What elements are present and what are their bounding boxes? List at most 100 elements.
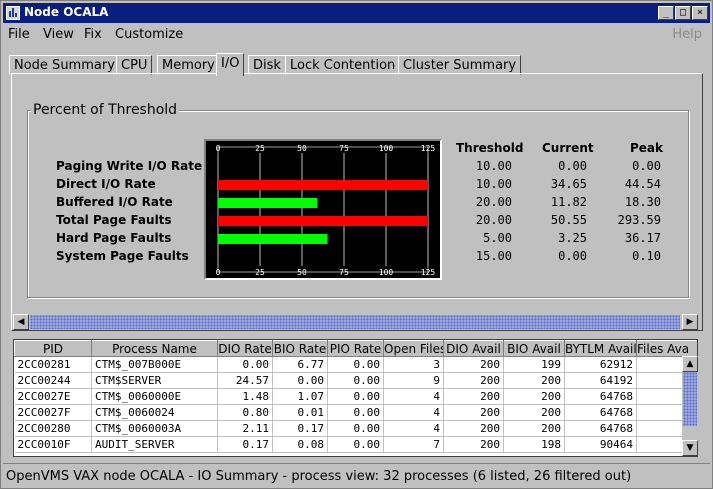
horizontal-scrollbar[interactable]: ◀ ▶ <box>13 314 698 330</box>
table-cell: 2CC0010F <box>14 436 92 453</box>
tick-label-bottom: 100 <box>379 268 394 277</box>
peak-value: 44.54 <box>624 177 661 191</box>
current-value: 0.00 <box>558 249 587 263</box>
menu-view[interactable]: View <box>43 27 74 42</box>
table-cell: 3 <box>383 356 444 373</box>
vertical-scroll-thumb[interactable] <box>683 372 697 426</box>
table-cell: CTM$_007B000E <box>91 356 218 373</box>
tab-memory[interactable]: Memory <box>157 55 220 75</box>
horizontal-scroll-thumb[interactable] <box>30 315 680 329</box>
table-cell: 200 <box>503 372 565 389</box>
column-header-open-files[interactable]: Open Files <box>383 340 444 357</box>
vertical-scrollbar[interactable]: ▲ ▼ <box>682 356 698 456</box>
close-button[interactable]: × <box>692 6 708 20</box>
scroll-up-arrow-icon[interactable]: ▲ <box>682 356 698 372</box>
metric-label: Hard Page Faults <box>56 231 172 245</box>
column-header-pio-rate[interactable]: PIO Rate <box>327 340 384 357</box>
table-cell: 199 <box>503 356 565 373</box>
process-table-container: PID Process Name DIO Rate BIO Rate PIO R… <box>13 339 698 457</box>
maximize-button[interactable]: □ <box>675 6 691 20</box>
column-header-bio-avail[interactable]: BIO Avail <box>503 340 565 357</box>
table-row[interactable]: 2CC0010F AUDIT_SERVER 0.17 0.08 0.00 7 200 198 9… <box>14 436 697 453</box>
menu-fix[interactable]: Fix <box>84 27 102 42</box>
table-cell: 0.00 <box>327 372 384 389</box>
metric-label: System Page Faults <box>56 249 189 263</box>
table-cell: 0.00 <box>327 404 384 421</box>
tab-node-summary[interactable]: Node Summary <box>9 55 120 75</box>
table-cell: 0.17 <box>217 436 273 453</box>
menu-file[interactable]: File <box>8 27 30 42</box>
menu-help[interactable]: Help <box>672 27 702 42</box>
threshold-value: 20.00 <box>475 195 512 209</box>
scroll-left-arrow-icon[interactable]: ◀ <box>13 314 29 330</box>
column-header-bio-rate[interactable]: BIO Rate <box>272 340 328 357</box>
tab-disk[interactable]: Disk <box>248 55 286 75</box>
table-cell: 4 <box>383 404 444 421</box>
table-cell: CTM$SERVER <box>91 372 218 389</box>
threshold-group-title: Percent of Threshold <box>31 102 180 118</box>
table-cell: 2CC00244 <box>14 372 92 389</box>
threshold-bar <box>218 198 318 208</box>
table-cell: 200 <box>443 388 504 405</box>
table-row[interactable]: 2CC00280 CTM$_0060003A 2.11 0.17 0.00 4 200 200… <box>14 420 697 437</box>
table-cell: 0.17 <box>272 420 328 437</box>
table-cell: 0.00 <box>327 420 384 437</box>
column-header-dio-rate[interactable]: DIO Rate <box>217 340 273 357</box>
tab-cpu[interactable]: CPU <box>116 55 153 75</box>
tab-io[interactable]: I/O <box>216 53 245 76</box>
threshold-header: Threshold <box>456 141 524 155</box>
table-cell: AUDIT_SERVER <box>91 436 218 453</box>
table-cell: 2CC0027F <box>14 404 92 421</box>
window-title: Node OCALA <box>24 5 109 19</box>
tick-label-bottom: 25 <box>255 268 265 277</box>
table-cell: 2CC00280 <box>14 420 92 437</box>
threshold-bar <box>218 234 328 244</box>
tab-lock-contention[interactable]: Lock Contention <box>285 55 401 75</box>
table-row[interactable]: 2CC0027F CTM$_0060024 0.80 0.01 0.00 4 200 200 6… <box>14 404 697 421</box>
peak-value: 0.10 <box>632 249 661 263</box>
peak-value: 36.17 <box>624 231 661 245</box>
minimize-button[interactable]: _ <box>658 6 674 20</box>
tab-cluster-summary[interactable]: Cluster Summary <box>398 55 522 75</box>
table-cell: 2.11 <box>217 420 273 437</box>
chart-frame <box>217 146 429 273</box>
column-header-pid[interactable]: PID <box>14 340 92 357</box>
node-window: Node OCALA _ □ × File View Fix Customize… <box>0 0 713 489</box>
scroll-down-arrow-icon[interactable]: ▼ <box>682 440 698 456</box>
column-header-process-name[interactable]: Process Name <box>91 340 218 357</box>
tick-label-bottom: 125 <box>421 268 436 277</box>
menu-customize[interactable]: Customize <box>115 27 183 42</box>
current-value: 50.55 <box>550 213 587 227</box>
table-cell: 200 <box>443 420 504 437</box>
table-cell: 64768 <box>564 420 637 437</box>
tick-label-top: 25 <box>255 144 265 153</box>
table-cell: 64192 <box>564 372 637 389</box>
table-cell: CTM$_0060000E <box>91 388 218 405</box>
table-cell: 9 <box>383 372 444 389</box>
table-cell: 0.00 <box>327 356 384 373</box>
threshold-chart-svg: 0 0 25 25 50 50 75 75 100 100 125 125 <box>216 144 436 277</box>
table-row[interactable]: 2CC00281 CTM$_007B000E 0.00 6.77 0.00 3 200 199… <box>14 356 697 373</box>
title-bar[interactable]: Node OCALA _ □ × <box>3 3 710 23</box>
tick-label-top: 100 <box>379 144 394 153</box>
column-header-bytlm-avail[interactable]: BYTLM Avail <box>564 340 637 357</box>
table-row[interactable]: 2CC0027E CTM$_0060000E 1.48 1.07 0.00 4 200 200… <box>14 388 697 405</box>
table-row[interactable]: 2CC00244 CTM$SERVER 24.57 0.00 0.00 9 200 200 64… <box>14 372 697 389</box>
threshold-value: 10.00 <box>475 177 512 191</box>
column-header-files-avail[interactable]: Files Ava <box>636 340 697 357</box>
threshold-value: 5.00 <box>483 231 512 245</box>
table-cell: 0.00 <box>217 356 273 373</box>
tick-label-bottom: 75 <box>339 268 349 277</box>
table-cell: 1.07 <box>272 388 328 405</box>
tick-label-bottom: 50 <box>297 268 307 277</box>
scroll-right-arrow-icon[interactable]: ▶ <box>682 314 698 330</box>
column-header-dio-avail[interactable]: DIO Avail <box>443 340 504 357</box>
table-cell: 0.00 <box>327 388 384 405</box>
table-cell: 1.48 <box>217 388 273 405</box>
table-cell: 0.80 <box>217 404 273 421</box>
current-header: Current <box>542 141 594 155</box>
table-cell: 62912 <box>564 356 637 373</box>
table-cell: 200 <box>503 388 565 405</box>
table-cell: 0.00 <box>327 436 384 453</box>
threshold-value: 20.00 <box>475 213 512 227</box>
